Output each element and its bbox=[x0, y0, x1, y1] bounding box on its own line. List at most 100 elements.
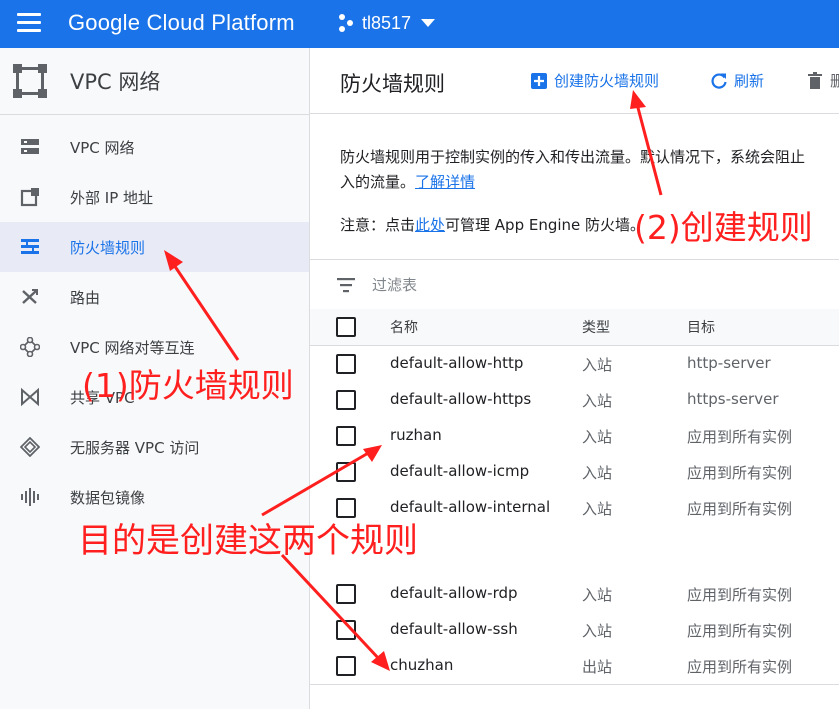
rule-target: 应用到所有实例 bbox=[687, 464, 793, 482]
filter-bar: 过滤表 bbox=[310, 259, 839, 311]
sidebar-item-label: VPC 网络 bbox=[70, 138, 135, 157]
packet-mirroring-icon bbox=[21, 488, 39, 506]
description-line-1: 防火墙规则用于控制实例的传入和传出流量。默认情况下，系统会阻止 bbox=[340, 148, 806, 166]
row-checkbox[interactable] bbox=[336, 620, 356, 640]
sidebar: VPC 网络 VPC 网络 外部 IP 地址 防火墙规则 路由 VPC 网络对等… bbox=[0, 48, 310, 709]
refresh-button[interactable]: 刷新 bbox=[710, 70, 764, 91]
filter-table-input[interactable]: 过滤表 bbox=[372, 274, 417, 295]
project-name: tl8517 bbox=[362, 12, 412, 33]
project-picker[interactable]: tl8517 bbox=[336, 8, 436, 38]
app-engine-note: 注意：点击此处可管理 App Engine 防火墙。 bbox=[340, 214, 645, 235]
firewall-icon bbox=[21, 239, 39, 254]
vpc-network-icon bbox=[21, 139, 39, 154]
row-checkbox[interactable] bbox=[336, 354, 356, 374]
table-row[interactable]: default-allow-https 入站 https-server bbox=[310, 382, 839, 419]
rule-type: 入站 bbox=[582, 500, 613, 518]
rule-name[interactable]: default-allow-rdp bbox=[390, 584, 518, 602]
rule-target: http-server bbox=[687, 354, 771, 372]
rule-target: 应用到所有实例 bbox=[687, 622, 793, 640]
rule-type: 出站 bbox=[582, 658, 613, 676]
table-row[interactable]: chuzhan 出站 应用到所有实例 bbox=[310, 648, 839, 685]
sidebar-header: VPC 网络 bbox=[0, 48, 309, 115]
serverless-icon bbox=[20, 437, 40, 457]
project-icon bbox=[339, 14, 353, 32]
rule-name[interactable]: default-allow-internal bbox=[390, 498, 550, 516]
table-row[interactable]: default-allow-internal 入站 应用到所有实例 bbox=[310, 490, 839, 527]
column-header-name[interactable]: 名称 bbox=[390, 317, 418, 337]
rule-name[interactable]: chuzhan bbox=[390, 656, 453, 674]
delete-button[interactable]: 删 bbox=[806, 70, 839, 91]
sidebar-item-vpc-network[interactable]: VPC 网络 bbox=[0, 122, 309, 172]
learn-more-link[interactable]: 了解详情 bbox=[415, 173, 475, 191]
page-title: 防火墙规则 bbox=[340, 72, 445, 96]
table-row[interactable]: default-allow-icmp 入站 应用到所有实例 bbox=[310, 454, 839, 491]
row-checkbox[interactable] bbox=[336, 584, 356, 604]
row-checkbox[interactable] bbox=[336, 390, 356, 410]
rule-target: 应用到所有实例 bbox=[687, 658, 793, 676]
create-firewall-rule-button[interactable]: 创建防火墙规则 bbox=[530, 70, 659, 91]
sidebar-item-routes[interactable]: 路由 bbox=[0, 272, 309, 322]
sidebar-item-vpc-peering[interactable]: VPC 网络对等互连 bbox=[0, 322, 309, 372]
rule-type: 入站 bbox=[582, 586, 613, 604]
top-app-bar: Google Cloud Platform tl8517 bbox=[0, 0, 839, 48]
rule-type: 入站 bbox=[582, 392, 613, 410]
rule-target: 应用到所有实例 bbox=[687, 428, 793, 446]
sidebar-item-label: 数据包镜像 bbox=[70, 488, 146, 507]
rule-name[interactable]: default-allow-http bbox=[390, 354, 523, 372]
sidebar-item-shared-vpc[interactable]: 共享 VPC bbox=[0, 372, 309, 422]
rule-name[interactable]: default-allow-ssh bbox=[390, 620, 518, 638]
app-engine-firewall-link[interactable]: 此处 bbox=[415, 216, 445, 234]
row-checkbox[interactable] bbox=[336, 426, 356, 446]
create-button-label: 创建防火墙规则 bbox=[554, 72, 660, 90]
refresh-button-label: 刷新 bbox=[734, 72, 765, 90]
sidebar-item-label: 共享 VPC bbox=[70, 388, 135, 407]
rule-type: 入站 bbox=[582, 622, 613, 640]
sidebar-item-packet-mirroring[interactable]: 数据包镜像 bbox=[0, 472, 309, 522]
table-row[interactable]: default-allow-http 入站 http-server bbox=[310, 346, 839, 383]
rule-type: 入站 bbox=[582, 464, 613, 482]
sidebar-item-firewall[interactable]: 防火墙规则 bbox=[0, 222, 309, 272]
description-line-2: 入的流量。了解详情 bbox=[340, 170, 839, 195]
rule-target: https-server bbox=[687, 390, 779, 408]
peering-icon bbox=[20, 337, 40, 357]
sidebar-item-external-ip[interactable]: 外部 IP 地址 bbox=[0, 172, 309, 222]
vpc-network-logo-icon bbox=[13, 64, 47, 98]
note-suffix: 可管理 App Engine 防火墙。 bbox=[445, 216, 646, 234]
row-checkbox[interactable] bbox=[336, 498, 356, 518]
rule-target: 应用到所有实例 bbox=[687, 500, 793, 518]
sidebar-title: VPC 网络 bbox=[70, 70, 161, 94]
routes-icon bbox=[22, 289, 38, 304]
column-header-target[interactable]: 目标 bbox=[687, 317, 715, 337]
filter-list-icon[interactable] bbox=[336, 277, 356, 293]
rule-type: 入站 bbox=[582, 356, 613, 374]
sidebar-item-label: 防火墙规则 bbox=[70, 238, 146, 257]
table-row[interactable]: default-allow-rdp 入站 应用到所有实例 bbox=[310, 576, 839, 613]
rule-target: 应用到所有实例 bbox=[687, 586, 793, 604]
row-checkbox[interactable] bbox=[336, 656, 356, 676]
table-row[interactable]: ruzhan 入站 应用到所有实例 bbox=[310, 418, 839, 455]
app-title[interactable]: Google Cloud Platform bbox=[68, 8, 295, 38]
sidebar-item-label: 外部 IP 地址 bbox=[70, 188, 154, 207]
delete-button-label: 删 bbox=[830, 72, 839, 90]
sidebar-item-label: 无服务器 VPC 访问 bbox=[70, 438, 200, 457]
rule-name[interactable]: default-allow-https bbox=[390, 390, 531, 408]
chevron-down-icon bbox=[421, 19, 436, 27]
rule-name[interactable]: ruzhan bbox=[390, 426, 442, 444]
sidebar-item-label: VPC 网络对等互连 bbox=[70, 338, 195, 357]
sidebar-item-label: 路由 bbox=[70, 288, 101, 307]
rule-name[interactable]: default-allow-icmp bbox=[390, 462, 529, 480]
rule-type: 入站 bbox=[582, 428, 613, 446]
row-checkbox[interactable] bbox=[336, 462, 356, 482]
table-row[interactable]: default-allow-ssh 入站 应用到所有实例 bbox=[310, 612, 839, 649]
description-line-2-text: 入的流量。 bbox=[340, 173, 416, 191]
external-ip-icon bbox=[20, 188, 39, 207]
trash-icon bbox=[808, 71, 822, 89]
table-spacer-row bbox=[310, 526, 839, 577]
add-box-icon bbox=[531, 72, 547, 89]
header-divider bbox=[310, 113, 839, 114]
column-header-type[interactable]: 类型 bbox=[582, 317, 610, 337]
sidebar-item-serverless-vpc[interactable]: 无服务器 VPC 访问 bbox=[0, 422, 309, 472]
select-all-checkbox[interactable] bbox=[336, 317, 356, 337]
main-content: 防火墙规则 创建防火墙规则 刷新 删 防火墙规则用于控制实例的传入和传出流量。默… bbox=[310, 48, 839, 709]
menu-icon[interactable] bbox=[17, 13, 41, 33]
